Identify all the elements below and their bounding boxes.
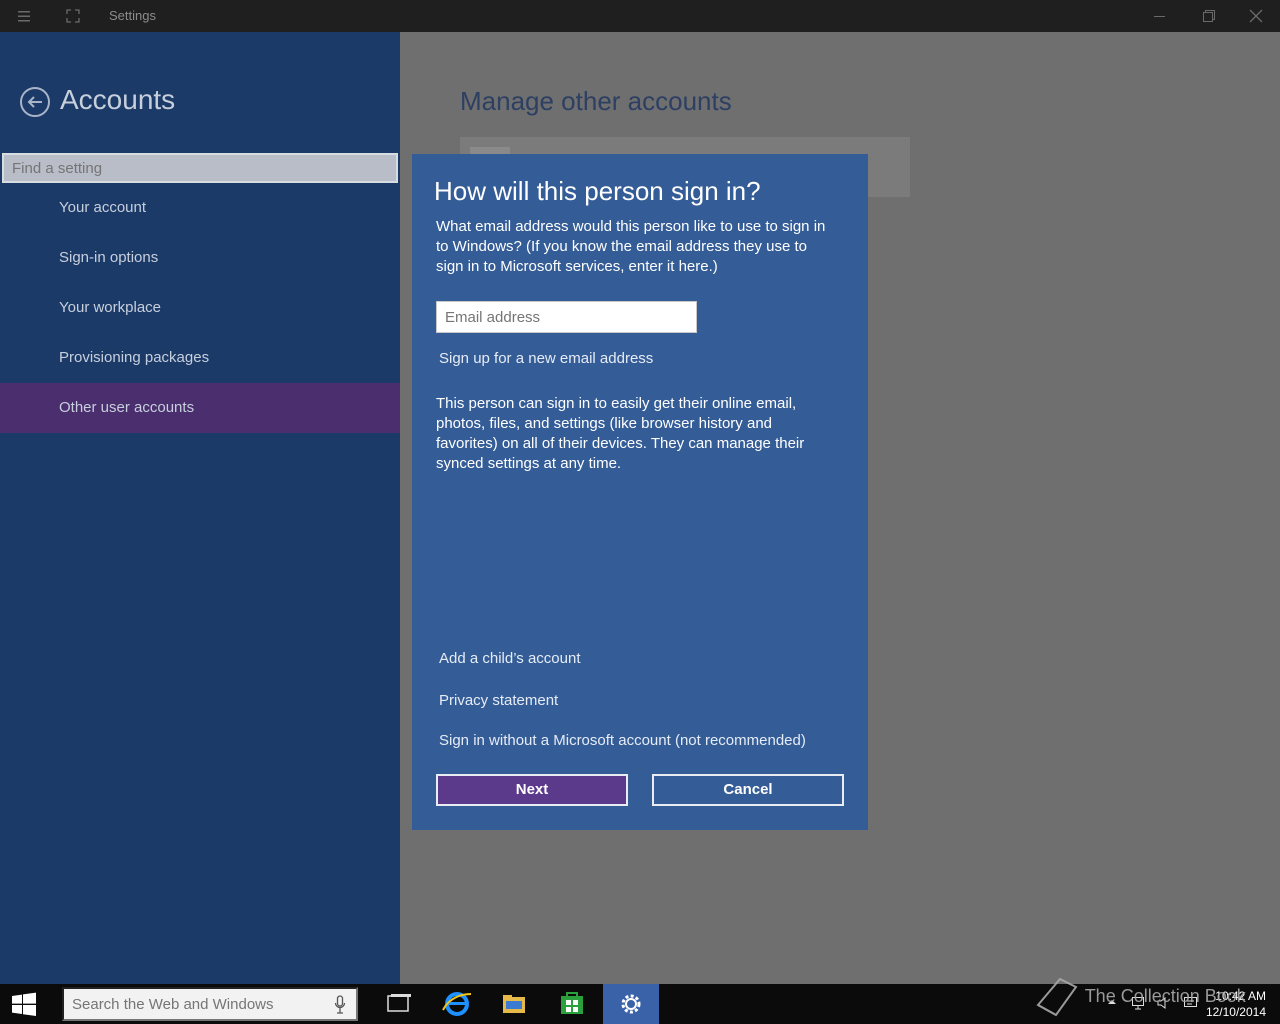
- sign-in-dialog: How will this person sign in? What email…: [412, 154, 868, 830]
- internet-explorer-button[interactable]: [429, 984, 485, 1024]
- task-view-button[interactable]: [371, 984, 427, 1024]
- sidebar-item-label: Other user accounts: [59, 399, 195, 416]
- sidebar-item-label: Your workplace: [59, 299, 162, 316]
- find-setting-input[interactable]: [2, 153, 398, 183]
- dialog-title: How will this person sign in?: [434, 176, 761, 206]
- watermark: The Collection Book: [1030, 975, 1246, 1019]
- settings-taskbar-button[interactable]: [603, 984, 659, 1024]
- taskbar-search-input[interactable]: [62, 987, 358, 1021]
- minimize-button[interactable]: [1145, 4, 1175, 28]
- internet-explorer-icon: [442, 992, 472, 1016]
- sign-in-without-microsoft-account-link[interactable]: Sign in without a Microsoft account (not…: [439, 732, 806, 749]
- watermark-text: The Collection Book: [1084, 985, 1246, 1006]
- task-view-icon: [387, 994, 411, 1012]
- start-button[interactable]: [8, 992, 40, 1016]
- sidebar: Accounts Your account Sign-in options Yo…: [0, 32, 400, 984]
- hamburger-menu-icon[interactable]: [16, 8, 32, 24]
- window-title: Settings: [109, 8, 156, 23]
- microphone-icon[interactable]: [334, 995, 346, 1015]
- windows-logo-icon: [12, 992, 36, 1016]
- section-title: Accounts: [60, 84, 176, 115]
- sidebar-item-provisioning-packages[interactable]: Provisioning packages: [0, 333, 400, 383]
- dialog-info-text: This person can sign in to easily get th…: [436, 395, 805, 472]
- sign-up-link[interactable]: Sign up for a new email address: [439, 350, 653, 367]
- book-icon: [1036, 977, 1078, 1017]
- next-button[interactable]: Next: [436, 774, 628, 806]
- sidebar-item-your-workplace[interactable]: Your workplace: [0, 283, 400, 333]
- sidebar-item-label: Sign-in options: [59, 249, 159, 266]
- file-explorer-button[interactable]: [486, 984, 542, 1024]
- sidebar-item-other-user-accounts[interactable]: Other user accounts: [0, 383, 400, 433]
- maximize-button[interactable]: [1193, 4, 1223, 28]
- store-button[interactable]: [544, 984, 600, 1024]
- close-button[interactable]: [1241, 4, 1271, 28]
- sidebar-item-your-account[interactable]: Your account: [0, 183, 400, 233]
- add-child-account-link[interactable]: Add a child’s account: [439, 650, 580, 667]
- back-button[interactable]: [20, 87, 50, 117]
- gear-icon: [621, 994, 641, 1014]
- title-bar: Settings: [0, 0, 1280, 32]
- sidebar-item-label: Your account: [59, 199, 147, 216]
- folder-icon: [503, 995, 525, 1013]
- sidebar-item-label: Provisioning packages: [59, 349, 210, 366]
- page-title: Manage other accounts: [460, 86, 732, 116]
- dialog-description: What email address would this person lik…: [436, 218, 826, 275]
- cancel-button[interactable]: Cancel: [652, 774, 844, 806]
- store-icon: [561, 992, 583, 1014]
- fullscreen-icon[interactable]: [65, 8, 81, 24]
- privacy-statement-link[interactable]: Privacy statement: [439, 692, 558, 709]
- email-field[interactable]: [436, 301, 697, 333]
- sidebar-item-sign-in-options[interactable]: Sign-in options: [0, 233, 400, 283]
